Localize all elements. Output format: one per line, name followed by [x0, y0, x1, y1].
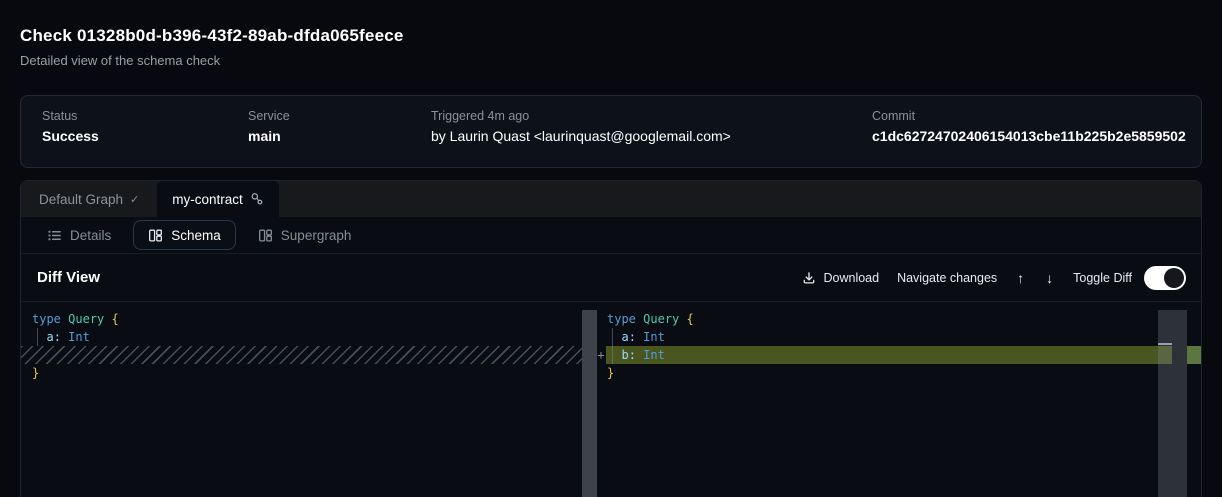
- page-header: Check 01328b0d-b396-43f2-89ab-dfda065fee…: [20, 26, 404, 68]
- list-icon: [47, 228, 62, 243]
- service-value: main: [248, 128, 290, 144]
- status-value: Success: [42, 128, 99, 144]
- diff-pane-modified: type Query { a: Int b: Int}: [607, 310, 694, 382]
- next-change-button[interactable]: ↓: [1044, 270, 1055, 286]
- tab-details-label: Details: [70, 228, 111, 243]
- code-line: }: [607, 364, 694, 382]
- contract-icon: [250, 192, 264, 206]
- check-summary-card: Status Success Service main Triggered 4m…: [20, 95, 1202, 168]
- triggered-value: by Laurin Quast <laurinquast@googlemail.…: [431, 128, 731, 144]
- triggered-label: Triggered 4m ago: [431, 109, 731, 123]
- commit-value: c1dc62724702406154013cbe11b225b2e5859502: [872, 128, 1186, 144]
- left-pane-scrollbar[interactable]: [582, 310, 597, 497]
- code-line: }: [32, 364, 119, 382]
- tab-default-graph[interactable]: Default Graph ✓: [21, 181, 157, 217]
- check-detail-card: Default Graph ✓ my-contract: [20, 180, 1202, 497]
- download-icon: [802, 271, 816, 285]
- commit-column: Commit c1dc62724702406154013cbe11b225b2e…: [872, 109, 1186, 144]
- tab-schema-label: Schema: [171, 228, 221, 243]
- tab-supergraph-label: Supergraph: [281, 228, 352, 243]
- tab-default-graph-label: Default Graph: [39, 192, 123, 207]
- previous-change-button[interactable]: ↑: [1015, 270, 1026, 286]
- panels-icon: [258, 228, 273, 243]
- service-column: Service main: [248, 109, 290, 144]
- toggle-knob: [1164, 268, 1184, 288]
- diff-editor: + type Query { a: Int} type Query { a: I…: [21, 302, 1201, 497]
- code-line: type Query {: [607, 310, 694, 328]
- right-pane-scrollbar[interactable]: [1158, 310, 1187, 497]
- diff-view-header: Diff View Download Navigate changes ↑: [21, 254, 1201, 302]
- arrow-up-icon: ↑: [1017, 270, 1024, 286]
- indent-guide: [37, 328, 38, 346]
- graph-tab-bar: Default Graph ✓ my-contract: [21, 181, 1201, 217]
- page-subtitle: Detailed view of the schema check: [20, 53, 404, 68]
- scrollbar-change-tick: [1158, 343, 1172, 345]
- commit-label: Commit: [872, 109, 1186, 123]
- code-line: type Query {: [32, 310, 119, 328]
- toggle-diff-label: Toggle Diff: [1073, 271, 1132, 285]
- tab-my-contract-label: my-contract: [172, 192, 243, 207]
- diff-view-title: Diff View: [37, 269, 100, 286]
- triggered-column: Triggered 4m ago by Laurin Quast <laurin…: [431, 109, 731, 144]
- overview-ruler-added-marker: [1187, 346, 1201, 364]
- status-column: Status Success: [42, 109, 99, 144]
- code-line-spacer: [32, 346, 119, 364]
- toggle-diff-switch[interactable]: [1144, 266, 1186, 290]
- download-button[interactable]: Download: [802, 271, 879, 285]
- navigate-changes-label: Navigate changes: [897, 271, 997, 285]
- panels-icon: [148, 228, 163, 243]
- code-line: b: Int: [607, 346, 694, 364]
- arrow-down-icon: ↓: [1046, 270, 1053, 286]
- status-label: Status: [42, 109, 99, 123]
- page-title: Check 01328b0d-b396-43f2-89ab-dfda065fee…: [20, 26, 404, 46]
- view-tab-bar: Details Schema Supergraph: [21, 217, 1201, 254]
- code-line: a: Int: [32, 328, 119, 346]
- download-button-label: Download: [823, 271, 879, 285]
- tab-my-contract[interactable]: my-contract: [157, 181, 279, 217]
- diff-toolbar: Download Navigate changes ↑ ↓ Toggle Dif…: [802, 266, 1186, 290]
- navigate-changes-button[interactable]: Navigate changes: [897, 271, 997, 285]
- checkmark-icon: ✓: [130, 193, 139, 206]
- tab-details[interactable]: Details: [37, 220, 121, 250]
- diff-pane-original: type Query { a: Int}: [21, 310, 119, 382]
- tab-schema[interactable]: Schema: [133, 220, 236, 250]
- service-label: Service: [248, 109, 290, 123]
- code-line: a: Int: [607, 328, 694, 346]
- tab-supergraph[interactable]: Supergraph: [248, 220, 362, 250]
